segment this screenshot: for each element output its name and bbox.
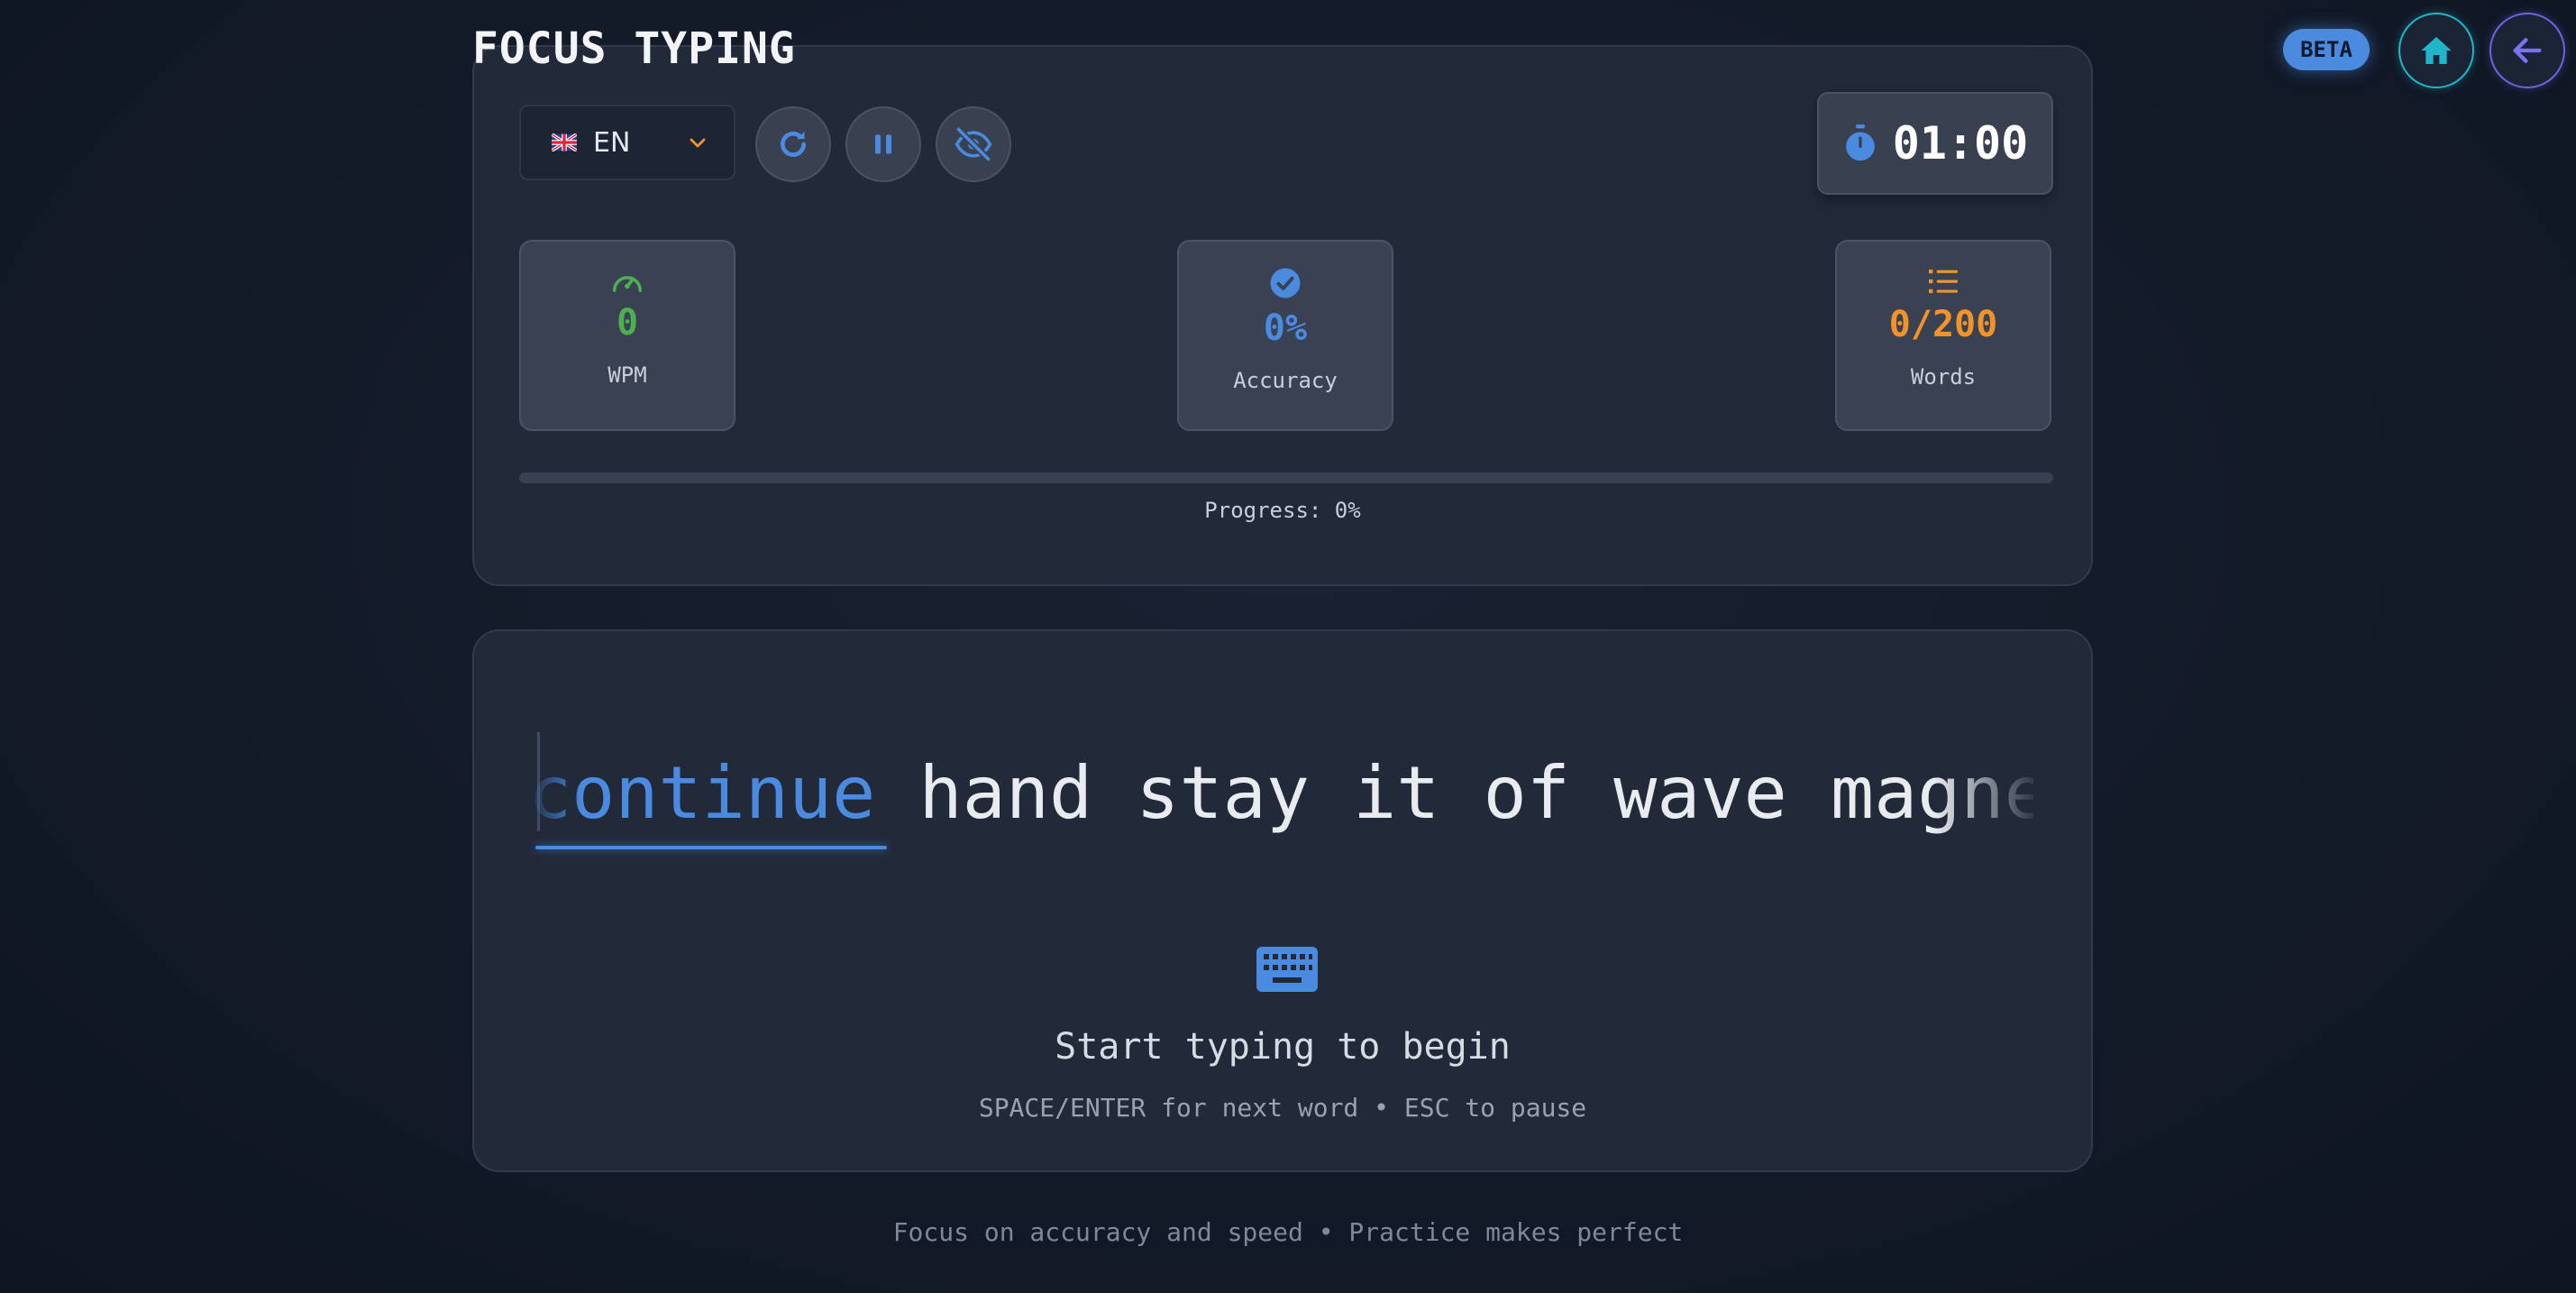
- wpm-value: 0: [616, 302, 639, 344]
- home-button[interactable]: [2398, 13, 2474, 88]
- pause-button[interactable]: [845, 106, 921, 182]
- keyboard-hint: SPACE/ENTER for next word • ESC to pause: [978, 1093, 1587, 1123]
- progress-bar: [519, 472, 2053, 483]
- upcoming-words: hand stay it of wave magnet: [918, 751, 2033, 835]
- keyboard-icon: [1256, 947, 1318, 992]
- words-card: 0/200 Words: [1835, 240, 2051, 431]
- footer-tagline: Focus on accuracy and speed • Practice m…: [892, 1217, 1684, 1247]
- list-icon: [1929, 269, 1958, 294]
- words-display: continue hand stay it of wave magnet: [528, 730, 2033, 857]
- pause-icon: [875, 134, 891, 154]
- current-word-underline: [535, 846, 887, 849]
- restart-icon: [781, 131, 806, 157]
- timer-display: 01:00: [1817, 92, 2053, 195]
- accuracy-label: Accuracy: [1233, 368, 1338, 393]
- speedometer-icon: [613, 276, 642, 292]
- accuracy-value: 0%: [1263, 307, 1308, 349]
- chevron-down-icon: [690, 138, 706, 148]
- toggle-visibility-button[interactable]: [936, 106, 1011, 182]
- language-label: EN: [593, 126, 631, 159]
- check-circle-icon: [1270, 268, 1301, 298]
- wpm-label: WPM: [607, 362, 647, 388]
- app-title: FOCUS TYPING: [472, 23, 796, 74]
- restart-button[interactable]: [755, 106, 831, 182]
- back-button[interactable]: [2489, 13, 2565, 88]
- uk-flag-icon: [552, 133, 577, 151]
- language-select[interactable]: EN: [519, 105, 735, 180]
- wpm-card: 0 WPM: [519, 240, 735, 431]
- arrow-left-icon: [2513, 38, 2542, 63]
- eye-slash-icon: [955, 125, 992, 163]
- stopwatch-icon: [1845, 124, 1875, 161]
- words-value: 0/200: [1888, 304, 1998, 345]
- beta-badge: BETA: [2283, 29, 2370, 70]
- timer-value: 01:00: [1892, 117, 2029, 170]
- accuracy-card: 0% Accuracy: [1177, 240, 1393, 431]
- start-prompt: Start typing to begin: [1055, 1026, 1511, 1068]
- words-label: Words: [1910, 364, 1977, 390]
- progress-label: Progress: 0%: [1204, 498, 1361, 523]
- home-icon: [2421, 37, 2452, 64]
- current-word: continue: [528, 751, 876, 835]
- stats-panel: EN 01:00 0 WPM 0% Accuracy 0/200 Words P…: [472, 45, 2093, 586]
- typing-panel[interactable]: continue hand stay it of wave magnet Sta…: [472, 629, 2093, 1172]
